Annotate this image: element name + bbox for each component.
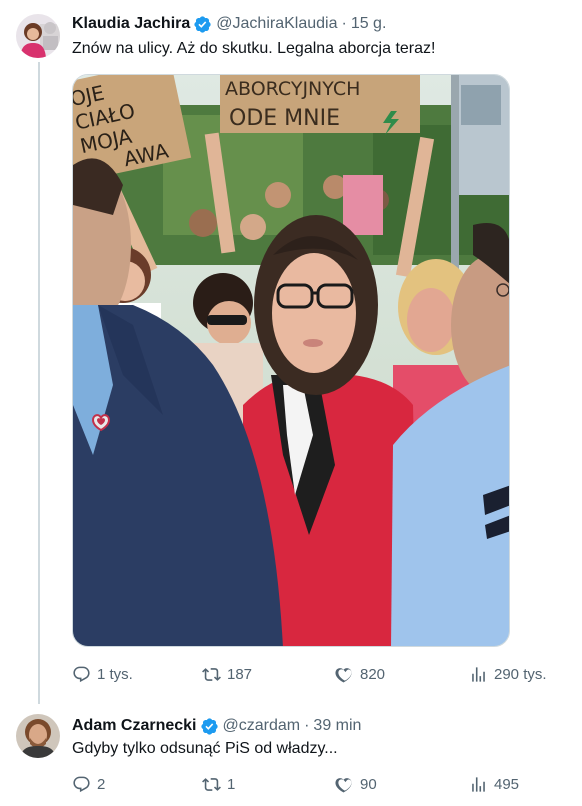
reply-button[interactable]: 2 (72, 772, 105, 796)
tweet-text: Znów na ulicy. Aż do skutku. Legalna abo… (72, 40, 436, 57)
sign-right-line-2: ODE MNIE (229, 106, 340, 131)
author-handle[interactable]: @czardam (223, 716, 301, 736)
retweet-count: 1 (227, 775, 236, 793)
verified-badge-icon (200, 717, 219, 736)
separator-dot: · (341, 15, 347, 32)
views-button[interactable]: 495 (469, 772, 519, 796)
tweet-header: Klaudia Jachira @JachiraKlaudia · 15 g. (72, 14, 566, 34)
tweet[interactable]: Klaudia Jachira @JachiraKlaudia · 15 g. … (0, 0, 582, 704)
tweet-actions: 2 1 90 495 (72, 772, 552, 796)
like-count: 820 (360, 665, 386, 683)
retweet-count: 187 (227, 665, 253, 683)
reply-icon (73, 776, 90, 792)
views-button[interactable]: 290 tys. (469, 662, 547, 686)
reply-count: 1 tys. (97, 665, 133, 683)
views-chart-icon (472, 776, 485, 792)
heart-icon (335, 777, 352, 792)
author-handle[interactable]: @JachiraKlaudia (216, 14, 337, 34)
tweet-text: Gdyby tylko odsunąć PiS od władzy... (72, 740, 338, 757)
like-button[interactable]: 90 (335, 772, 377, 796)
avatar[interactable] (16, 714, 60, 758)
retweet-icon (202, 777, 221, 791)
reply-icon (73, 666, 90, 682)
retweet-icon (202, 667, 221, 681)
separator-dot: · (304, 717, 310, 734)
reply-count: 2 (97, 775, 106, 793)
reply-button[interactable]: 1 tys. (72, 662, 133, 686)
like-button[interactable]: 820 (335, 662, 385, 686)
author-name[interactable]: Klaudia Jachira (72, 14, 190, 34)
avatar[interactable] (16, 14, 60, 58)
timestamp[interactable]: 15 g. (351, 14, 387, 34)
tweet-photo[interactable]: OJE CIAŁO MOJA AWA ABORCYJNYCH ODE MNIE (72, 74, 510, 647)
views-chart-icon (472, 666, 485, 682)
like-count: 90 (360, 775, 377, 793)
retweet-button[interactable]: 187 (202, 662, 252, 686)
timestamp[interactable]: 39 min (313, 716, 361, 736)
sign-right-line-1: ABORCYJNYCH (225, 78, 360, 100)
tweet-header: Adam Czarnecki @czardam · 39 min (72, 716, 566, 736)
author-name[interactable]: Adam Czarnecki (72, 716, 197, 736)
verified-badge-icon (193, 15, 212, 34)
views-count: 290 tys. (494, 665, 547, 683)
tweet[interactable]: Adam Czarnecki @czardam · 39 min Gdyby t… (0, 704, 582, 806)
views-count: 495 (494, 775, 520, 793)
retweet-button[interactable]: 1 (202, 772, 235, 796)
heart-icon (335, 667, 352, 682)
tweet-actions: 1 tys. 187 820 290 tys. (72, 662, 552, 686)
